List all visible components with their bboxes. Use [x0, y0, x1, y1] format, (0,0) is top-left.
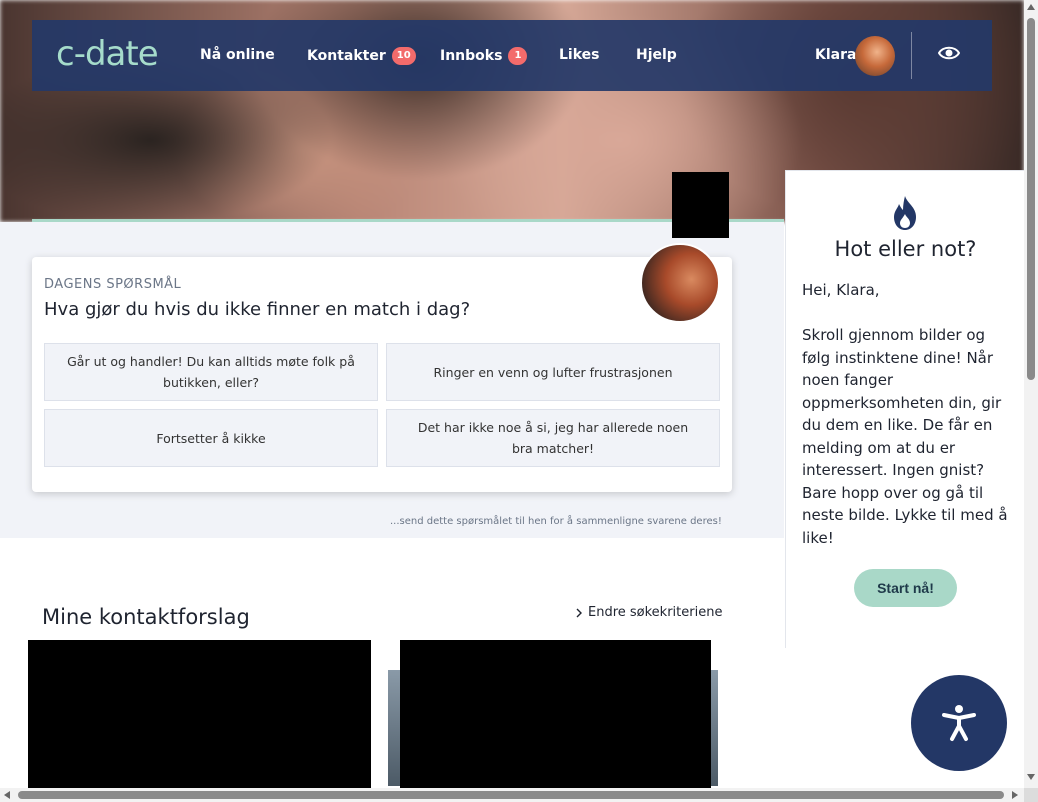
couple-avatar [640, 243, 720, 323]
top-navbar: c-date Nå online Kontakter 10 Innboks 1 … [32, 20, 992, 91]
nav-item-hjelp[interactable]: Hjelp [636, 47, 677, 63]
nav-label: Likes [559, 47, 600, 63]
question-label: DAGENS SPØRSMÅL [44, 277, 182, 292]
hot-or-not-panel: Hot eller not? Hei, Klara, Skroll gjenno… [785, 170, 1024, 648]
question-title: Hva gjør du hvis du ikke finner en match… [44, 299, 471, 320]
nav-item-kontakter[interactable]: Kontakter 10 [307, 47, 416, 65]
contacts-section-title: Mine kontaktforslag [42, 605, 250, 629]
answer-option-1[interactable]: Går ut og handler! Du kan alltids møte f… [44, 343, 378, 401]
scroll-left-arrow[interactable] [4, 791, 10, 799]
scroll-down-arrow[interactable] [1027, 774, 1035, 780]
user-avatar[interactable] [855, 36, 895, 76]
answer-option-4[interactable]: Det har ikke noe å si, jeg har allerede … [386, 409, 720, 467]
change-criteria-label: Endre søkekriteriene [588, 605, 723, 620]
nav-divider [911, 32, 912, 79]
redacted-block [672, 172, 729, 238]
vertical-scroll-thumb[interactable] [1027, 18, 1035, 380]
nav-item-innboks[interactable]: Innboks 1 [440, 47, 528, 65]
panel-description: Hei, Klara, Skroll gjennom bilder og føl… [802, 281, 1008, 547]
nav-label: Innboks [440, 48, 503, 64]
flame-icon [894, 196, 916, 230]
daily-question-card: DAGENS SPØRSMÅL Hva gjør du hvis du ikke… [32, 257, 732, 492]
horizontal-scroll-thumb[interactable] [18, 791, 1004, 799]
accessibility-button[interactable] [911, 675, 1007, 771]
send-question-link[interactable]: ...send dette spørsmålet til hen for å s… [390, 516, 722, 527]
scroll-up-arrow[interactable] [1027, 4, 1035, 10]
inbox-count-badge: 1 [508, 47, 528, 65]
nav-label: Hjelp [636, 47, 677, 63]
user-name[interactable]: Klara [815, 47, 856, 63]
panel-title: Hot eller not? [834, 237, 977, 261]
answer-option-2[interactable]: Ringer en venn og lufter frustrasjonen [386, 343, 720, 401]
nav-item-na-online[interactable]: Nå online [200, 47, 275, 63]
answer-option-3[interactable]: Fortsetter å kikke [44, 409, 378, 467]
contacts-count-badge: 10 [391, 47, 416, 65]
visibility-button[interactable] [937, 44, 964, 66]
accessibility-icon [942, 705, 976, 741]
horizontal-scrollbar[interactable] [0, 788, 1024, 802]
scrollbar-corner [1024, 788, 1038, 802]
logo[interactable]: c-date [56, 34, 159, 74]
nav-item-likes[interactable]: Likes [559, 47, 599, 63]
change-criteria-link[interactable]: Endre søkekriteriene [576, 605, 722, 620]
redacted-contact-card [28, 640, 371, 802]
start-now-button[interactable]: Start nå! [854, 569, 957, 607]
scroll-right-arrow[interactable] [1012, 791, 1018, 799]
eye-icon [937, 46, 961, 60]
nav-label: Nå online [200, 47, 275, 63]
redacted-contact-card [400, 640, 711, 802]
vertical-scrollbar[interactable] [1024, 0, 1038, 788]
nav-label: Kontakter [307, 48, 386, 64]
chevron-right-icon [576, 608, 582, 617]
